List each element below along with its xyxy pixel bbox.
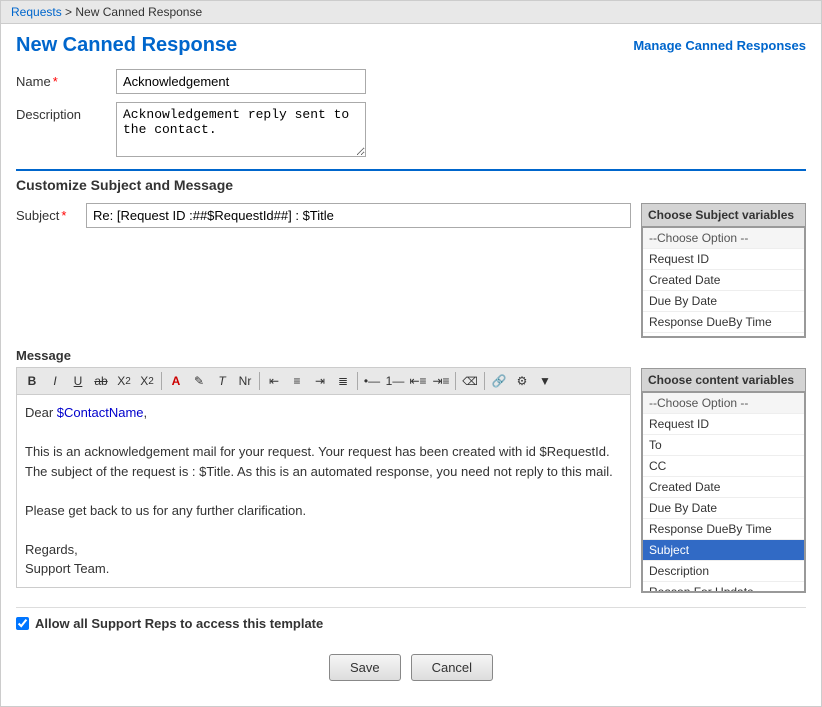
description-row: Description Acknowledgement reply sent t…: [16, 102, 806, 157]
subject-variable-item[interactable]: Request ID: [643, 249, 804, 270]
breadcrumb: Requests > New Canned Response: [1, 1, 821, 24]
breadcrumb-current: New Canned Response: [75, 5, 202, 19]
subject-variables-box: Choose Subject variables --Choose Option…: [641, 203, 806, 338]
toolbar-align-justify[interactable]: ≣: [332, 371, 354, 391]
toolbar-insert[interactable]: ⚙: [511, 371, 533, 391]
content-variable-item[interactable]: Description: [643, 561, 804, 582]
toolbar-indent-less[interactable]: ⇤≡: [407, 371, 429, 391]
toolbar-font[interactable]: T: [211, 371, 233, 391]
toolbar-align-center[interactable]: ≡: [286, 371, 308, 391]
message-toolbar: B I U ab X2 X2 A ✎ T Nr ⇤ ≡ ⇥ ≣: [16, 367, 631, 394]
toolbar-sep4: [455, 372, 456, 390]
message-main: Message B I U ab X2 X2 A ✎ T Nr ⇤ ≡: [16, 348, 631, 593]
content-variable-item[interactable]: --Choose Option --: [643, 393, 804, 414]
content-variables-scrollbox[interactable]: --Choose Option --Request IDToCCCreated …: [642, 392, 805, 592]
subject-variable-item[interactable]: Due By Date: [643, 291, 804, 312]
subject-label: Subject*: [16, 208, 86, 223]
breadcrumb-link[interactable]: Requests: [11, 5, 62, 19]
manage-canned-responses-link[interactable]: Manage Canned Responses: [633, 38, 806, 53]
subject-variable-item[interactable]: Created Date: [643, 270, 804, 291]
subject-variables-header: Choose Subject variables: [642, 204, 805, 227]
message-section: Message B I U ab X2 X2 A ✎ T Nr ⇤ ≡: [16, 348, 806, 593]
subject-variable-item[interactable]: Response DueBy Time: [643, 312, 804, 333]
page-wrapper: Requests > New Canned Response New Canne…: [0, 0, 822, 707]
toolbar-subscript[interactable]: X2: [113, 371, 135, 391]
toolbar-bold[interactable]: B: [21, 371, 43, 391]
toolbar-sep1: [161, 372, 162, 390]
message-editor[interactable]: Dear $ContactName, This is an acknowledg…: [16, 394, 631, 588]
allow-access-label[interactable]: Allow all Support Reps to access this te…: [35, 616, 323, 631]
name-input[interactable]: [116, 69, 366, 94]
breadcrumb-separator: >: [62, 5, 76, 19]
cancel-button[interactable]: Cancel: [411, 654, 493, 681]
content-variable-item[interactable]: To: [643, 435, 804, 456]
subject-variables-scrollbox[interactable]: --Choose Option --Request IDCreated Date…: [642, 227, 805, 337]
subject-row: Subject*: [16, 203, 631, 228]
content-variables-list: --Choose Option --Request IDToCCCreated …: [643, 393, 804, 592]
subject-main: Subject*: [16, 203, 631, 234]
toolbar-ul[interactable]: •—: [361, 371, 383, 391]
toolbar-more[interactable]: ▼: [534, 371, 556, 391]
toolbar-underline[interactable]: U: [67, 371, 89, 391]
subject-variable-item[interactable]: --Choose Option --: [643, 228, 804, 249]
toolbar-link[interactable]: 🔗: [488, 371, 510, 391]
checkbox-row: Allow all Support Reps to access this te…: [16, 607, 806, 639]
content-variable-item[interactable]: Reason For Update: [643, 582, 804, 592]
customize-section: Customize Subject and Message: [16, 169, 806, 193]
subject-variables-panel: Choose Subject variables --Choose Option…: [641, 203, 806, 338]
subject-input[interactable]: [86, 203, 631, 228]
message-para3: Regards,: [25, 540, 622, 560]
toolbar-align-left[interactable]: ⇤: [263, 371, 285, 391]
toolbar-normal[interactable]: Nr: [234, 371, 256, 391]
description-label: Description: [16, 102, 116, 122]
content-variable-item[interactable]: Created Date: [643, 477, 804, 498]
page-header: New Canned Response Manage Canned Respon…: [16, 34, 806, 57]
toolbar-sep5: [484, 372, 485, 390]
name-label: Name*: [16, 69, 116, 89]
message-para2: Please get back to us for any further cl…: [25, 501, 622, 521]
toolbar-indent-more[interactable]: ⇥≡: [430, 371, 452, 391]
toolbar-superscript[interactable]: X2: [136, 371, 158, 391]
toolbar-highlight[interactable]: ✎: [188, 371, 210, 391]
name-required: *: [53, 74, 58, 89]
contact-name-var: $ContactName: [57, 405, 144, 420]
subject-variables-list: --Choose Option --Request IDCreated Date…: [643, 228, 804, 333]
content-variables-header: Choose content variables: [642, 369, 805, 392]
toolbar-strikethrough[interactable]: ab: [90, 371, 112, 391]
toolbar-clear-format[interactable]: ⌫: [459, 371, 481, 391]
toolbar-align-right[interactable]: ⇥: [309, 371, 331, 391]
toolbar-italic[interactable]: I: [44, 371, 66, 391]
allow-access-checkbox[interactable]: [16, 617, 29, 630]
content-variables-panel: Choose content variables --Choose Option…: [641, 368, 806, 593]
content-variable-item[interactable]: Due By Date: [643, 498, 804, 519]
toolbar-sep2: [259, 372, 260, 390]
content-variable-item[interactable]: Request ID: [643, 414, 804, 435]
subject-required: *: [61, 208, 66, 223]
page-title: New Canned Response: [16, 34, 237, 57]
toolbar-ol[interactable]: 1—: [384, 371, 406, 391]
content-variables-box: Choose content variables --Choose Option…: [641, 368, 806, 593]
main-content: New Canned Response Manage Canned Respon…: [1, 24, 821, 706]
button-row: Save Cancel: [16, 654, 806, 696]
toolbar-sep3: [357, 372, 358, 390]
content-variable-item[interactable]: CC: [643, 456, 804, 477]
save-button[interactable]: Save: [329, 654, 401, 681]
message-label: Message: [16, 348, 631, 363]
toolbar-fontcolor[interactable]: A: [165, 371, 187, 391]
content-variable-item[interactable]: Response DueBy Time: [643, 519, 804, 540]
content-variable-item[interactable]: Subject: [643, 540, 804, 561]
description-textarea[interactable]: Acknowledgement reply sent to the contac…: [116, 102, 366, 157]
name-row: Name*: [16, 69, 806, 94]
message-para4: Support Team.: [25, 559, 622, 579]
section-title: Customize Subject and Message: [16, 177, 806, 193]
message-para1: This is an acknowledgement mail for your…: [25, 442, 622, 481]
subject-area: Subject* Choose Subject variables --Choo…: [16, 203, 806, 338]
